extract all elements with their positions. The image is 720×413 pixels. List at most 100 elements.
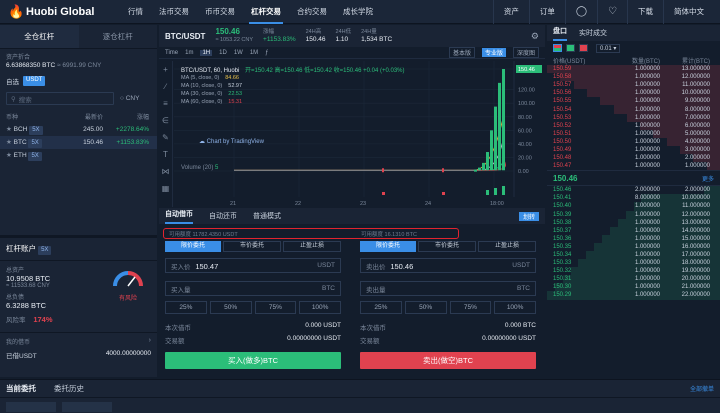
view-asks-icon[interactable]	[579, 44, 588, 52]
order-row[interactable]: 150.40 1.000000 11.000000	[547, 202, 720, 211]
interval-1h[interactable]: 1H	[200, 49, 213, 56]
sell-qty-field[interactable]: 卖出量 BTC	[360, 281, 536, 296]
buy-pct-100[interactable]: 100%	[299, 301, 341, 314]
order-row[interactable]: 150.49 1.000000 3.000000	[547, 145, 720, 155]
nav-item-margin[interactable]: 杠杆交易	[243, 0, 289, 24]
tradingview-label[interactable]: ☁ Chart by TradingView	[199, 138, 264, 145]
filter-favorites[interactable]: 自选	[6, 76, 19, 86]
market-row-bch[interactable]: ★ BCH 5X 245.00 +2278.64%	[0, 123, 157, 136]
more-link[interactable]: 更多	[702, 174, 714, 183]
order-row[interactable]: 150.38 1.000000 13.000000	[547, 218, 720, 227]
pair-name[interactable]: BTC/USDT	[165, 32, 205, 41]
order-row[interactable]: 150.48 1.000000 2.000000	[547, 154, 720, 163]
sell-pct-100[interactable]: 100%	[494, 301, 536, 314]
nav-orders[interactable]: 订单	[528, 0, 565, 24]
nav-item-market[interactable]: 行情	[120, 0, 151, 24]
sell-button[interactable]: 卖出(做空)BTC	[360, 352, 536, 369]
sell-type-limit[interactable]: 限价委托	[360, 241, 416, 252]
view-depth[interactable]: 深度图	[512, 47, 539, 58]
nav-item-contract[interactable]: 合约交易	[289, 0, 335, 24]
sell-pct-50[interactable]: 50%	[404, 301, 447, 314]
order-row[interactable]: 150.54 1.000000 8.000000	[547, 105, 720, 114]
nav-item-exchange[interactable]: 币币交易	[197, 0, 243, 24]
sell-type-stop[interactable]: 止盈止损	[478, 241, 536, 252]
hline-icon[interactable]: ≡	[159, 95, 172, 112]
tab-open-orders[interactable]: 当前委托	[6, 383, 36, 394]
trendline-icon[interactable]: ∕	[159, 78, 172, 95]
view-bids-icon[interactable]	[566, 44, 575, 52]
tab-auto-repay[interactable]: 自动还币	[209, 211, 237, 221]
cny-toggle[interactable]: ○ CNY	[120, 95, 139, 102]
buy-price-field[interactable]: 买入价 150.47 USDT	[165, 258, 341, 273]
tab-isolated-margin[interactable]: 逐仓杠杆	[79, 25, 158, 48]
order-row[interactable]: 150.31 1.000000 20.000000	[547, 275, 720, 284]
col-coin[interactable]: 币种	[6, 112, 58, 121]
order-row[interactable]: 150.51 1.000000 5.000000	[547, 129, 720, 138]
sell-pct-75[interactable]: 75%	[449, 301, 492, 314]
order-row[interactable]: 150.59 1.000000 13.000000	[547, 65, 720, 74]
search-input[interactable]: ⚲ 搜索	[6, 92, 114, 105]
col-price[interactable]: 最新价	[58, 112, 103, 121]
filter-chip[interactable]	[62, 402, 112, 412]
precision-select[interactable]: 0.01 ▾	[596, 43, 621, 53]
buy-pct-75[interactable]: 75%	[254, 301, 297, 314]
view-pro[interactable]: 专业版	[481, 48, 506, 57]
interval-1M[interactable]: 1M	[250, 50, 258, 56]
order-row[interactable]: 150.58 1.000000 12.000000	[547, 73, 720, 82]
cancel-all-link[interactable]: 全部撤单	[690, 384, 714, 393]
tab-normal[interactable]: 普通模式	[253, 211, 281, 221]
order-row[interactable]: 150.30 1.000000 21.000000	[547, 283, 720, 292]
buy-type-limit[interactable]: 限价委托	[165, 241, 221, 252]
filter-chip[interactable]	[6, 402, 56, 412]
order-row[interactable]: 150.55 1.000000 9.000000	[547, 97, 720, 106]
market-row-btc[interactable]: ★ BTC 5X 150.46 +1153.83%	[0, 136, 157, 149]
tab-depth[interactable]: 盘口	[553, 25, 567, 41]
tab-auto-borrow[interactable]: 自动借币	[165, 208, 193, 224]
order-row[interactable]: 150.34 1.000000 17.000000	[547, 250, 720, 260]
buy-qty-field[interactable]: 买入量 BTC	[165, 281, 341, 296]
buy-type-stop[interactable]: 止盈止损	[283, 241, 341, 252]
order-row[interactable]: 150.35 1.000000 16.000000	[547, 242, 720, 251]
sell-type-market[interactable]: 市价委托	[418, 241, 476, 252]
user-icon[interactable]: ◯	[564, 0, 597, 24]
star-icon[interactable]: ★	[6, 126, 12, 133]
ruler-icon[interactable]: ▦	[159, 180, 172, 197]
sell-pct-25[interactable]: 25%	[360, 301, 402, 314]
order-row[interactable]: 150.56 1.000000 10.000000	[547, 89, 720, 98]
interval-time[interactable]: Time	[165, 50, 178, 56]
brush-icon[interactable]: ✎	[159, 129, 172, 146]
col-change[interactable]: 涨幅	[103, 112, 149, 121]
settings-icon[interactable]: ⚙	[531, 31, 539, 42]
view-basic[interactable]: 基本版	[448, 47, 475, 58]
order-row[interactable]: 150.50 1.000000 4.000000	[547, 137, 720, 146]
order-row[interactable]: 150.41 8.000000 10.000000	[547, 194, 720, 203]
nav-item-academy[interactable]: 成长学院	[335, 0, 381, 24]
order-row[interactable]: 150.52 1.000000 6.000000	[547, 121, 720, 130]
filter-usdt[interactable]: USDT	[23, 76, 46, 86]
nav-language[interactable]: 简体中文	[663, 0, 714, 24]
buy-pct-50[interactable]: 50%	[209, 301, 252, 314]
order-row[interactable]: 150.36 1.000000 15.000000	[547, 234, 720, 243]
order-row[interactable]: 150.37 1.000000 14.000000	[547, 226, 720, 235]
interval-1m[interactable]: 1m	[185, 50, 193, 56]
nav-download[interactable]: 下载	[627, 0, 663, 24]
market-row-eth[interactable]: ★ ETH 5X	[0, 149, 157, 162]
logo[interactable]: 🔥 Huobi Global	[8, 4, 120, 19]
text-icon[interactable]: T	[159, 146, 172, 163]
crosshair-icon[interactable]: +	[159, 61, 172, 78]
tab-trades[interactable]: 实时成交	[579, 28, 607, 38]
order-row[interactable]: 150.53 1.000000 7.000000	[547, 113, 720, 122]
chevron-right-icon[interactable]: ›	[149, 337, 151, 346]
nav-item-otc[interactable]: 法币交易	[151, 0, 197, 24]
star-icon[interactable]: ★	[6, 152, 12, 159]
view-both-icon[interactable]	[553, 44, 562, 52]
interval-1d[interactable]: 1D	[219, 50, 227, 56]
order-row[interactable]: 150.47 1.000000 1.000000	[547, 162, 720, 171]
order-row[interactable]: 150.32 1.000000 19.000000	[547, 267, 720, 276]
buy-type-market[interactable]: 市价委托	[223, 241, 281, 252]
pitchfork-icon[interactable]: ∈	[159, 112, 172, 129]
transfer-button[interactable]: 划转	[518, 211, 539, 221]
order-row[interactable]: 150.29 1.000000 22.000000	[547, 291, 720, 300]
order-row[interactable]: 150.39 1.000000 12.000000	[547, 210, 720, 219]
star-icon[interactable]: ★	[6, 139, 12, 146]
